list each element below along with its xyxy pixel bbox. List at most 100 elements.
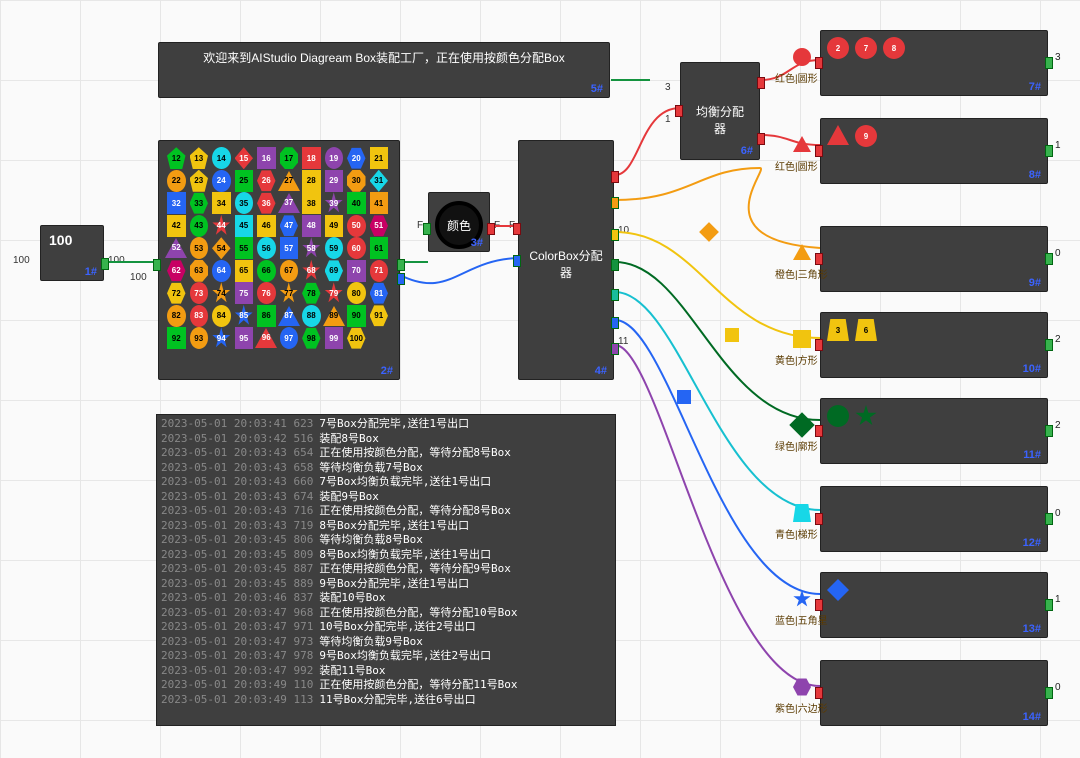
distributor-in-1[interactable] <box>513 223 521 235</box>
shape-cell: 30 <box>345 170 368 193</box>
balancer-out-2[interactable] <box>757 133 765 145</box>
log-row: 2023-05-01 20:03:47 992装配11号Box <box>161 664 611 679</box>
output-right-count: 0 <box>1055 682 1061 693</box>
distributor-out-purple[interactable] <box>611 343 619 355</box>
log-row: 2023-05-01 20:03:43 716正在使用按颜色分配，等待分配8号B… <box>161 504 611 519</box>
shape-cell: 56 <box>255 237 278 260</box>
shape-cell: 21 <box>368 147 391 170</box>
output-out-port[interactable] <box>1045 57 1053 69</box>
shape-cell: 65 <box>233 260 256 283</box>
log-row: 2023-05-01 20:03:47 968正在使用按颜色分配，等待分配10号… <box>161 606 611 621</box>
source-node[interactable]: 100 1# <box>40 225 104 281</box>
color-node-out[interactable] <box>487 223 495 235</box>
balancer-out-1[interactable] <box>757 77 765 89</box>
factory-in-port[interactable] <box>153 259 161 271</box>
log-row: 2023-05-01 20:03:49 11311号Box分配完毕,送往6号出口 <box>161 693 611 708</box>
output-right-count: 0 <box>1055 248 1061 259</box>
output-out-port[interactable] <box>1045 513 1053 525</box>
output-node[interactable]: 98# <box>820 118 1048 184</box>
shape-cell: 75 <box>233 282 256 305</box>
distributor-out-blue[interactable] <box>611 317 619 329</box>
output-marker <box>793 590 807 604</box>
output-marker <box>793 136 807 150</box>
shape-cell: 96 <box>255 327 278 350</box>
output-out-port[interactable] <box>1045 425 1053 437</box>
output-out-port[interactable] <box>1045 339 1053 351</box>
output-marker-label: 青色|梯形 <box>775 526 818 541</box>
shape-cell: 67 <box>278 260 301 283</box>
shape-cell: 15 <box>233 147 256 170</box>
shape-cell: 53 <box>188 237 211 260</box>
balancer-in-bot: 1 <box>665 114 671 125</box>
banner-node[interactable]: 欢迎来到AIStudio Diagream Box装配工厂，正在使用按颜色分配B… <box>158 42 610 98</box>
output-marker-label: 绿色|廓形 <box>775 438 818 453</box>
color-node-in[interactable] <box>423 223 431 235</box>
shape-cell: 70 <box>345 260 368 283</box>
shape-cell: 80 <box>345 282 368 305</box>
output-node[interactable]: 3610# <box>820 312 1048 378</box>
output-node[interactable]: 2787# <box>820 30 1048 96</box>
output-out-port[interactable] <box>1045 145 1053 157</box>
distributor-node[interactable]: ColorBox分配器 4# <box>518 140 614 380</box>
output-out-port[interactable] <box>1045 253 1053 265</box>
marker-yellow-square <box>725 328 739 342</box>
shape-cell: 63 <box>188 260 211 283</box>
output-out-port[interactable] <box>1045 599 1053 611</box>
shape-cell: 46 <box>255 215 278 238</box>
output-node[interactable]: 14# <box>820 660 1048 726</box>
output-node[interactable]: 13# <box>820 572 1048 638</box>
shape-cell: 81 <box>368 282 391 305</box>
output-node[interactable]: 12# <box>820 486 1048 552</box>
output-marker-label: 橙色|三角形 <box>775 266 828 281</box>
shape-cell: 52 <box>165 237 188 260</box>
shape-cell: 91 <box>368 305 391 328</box>
shape-cell: 69 <box>323 260 346 283</box>
banner-id: 5# <box>591 83 603 95</box>
shape-cell: 18 <box>300 147 323 170</box>
output-in-port[interactable] <box>815 339 823 351</box>
shape-cell: 82 <box>165 305 188 328</box>
distributor-count-10: 10 <box>618 225 629 236</box>
output-in-port[interactable] <box>815 425 823 437</box>
log-row: 2023-05-01 20:03:45 887正在使用按颜色分配，等待分配9号B… <box>161 562 611 577</box>
output-in-port[interactable] <box>815 513 823 525</box>
factory-out-port-2[interactable] <box>397 273 405 285</box>
output-in-port[interactable] <box>815 57 823 69</box>
distributor-out-yellow[interactable] <box>611 229 619 241</box>
shape-cell: 27 <box>278 170 301 193</box>
output-node[interactable]: 9# <box>820 226 1048 292</box>
shape-cell: 22 <box>165 170 188 193</box>
output-marker <box>793 244 807 258</box>
source-out-port[interactable] <box>101 258 109 270</box>
output-right-count: 2 <box>1055 420 1061 431</box>
factory-out-port-1[interactable] <box>397 259 405 271</box>
color-node[interactable]: 颜色 3# <box>428 192 490 252</box>
output-out-port[interactable] <box>1045 687 1053 699</box>
output-node[interactable]: 11# <box>820 398 1048 464</box>
balancer-node[interactable]: 均衡分配器 6# <box>680 62 760 160</box>
output-in-port[interactable] <box>815 599 823 611</box>
output-in-port[interactable] <box>815 253 823 265</box>
distributor-in-2[interactable] <box>513 255 521 267</box>
output-marker-label: 蓝色|五角星 <box>775 612 828 627</box>
shape-cell: 50 <box>345 215 368 238</box>
shape-cell: 79 <box>323 282 346 305</box>
shape-cell: 35 <box>233 192 256 215</box>
balancer-in[interactable] <box>675 105 683 117</box>
shape-cell: 13 <box>188 147 211 170</box>
distributor-title: ColorBox分配器 <box>519 241 613 287</box>
log-panel: 2023-05-01 20:03:41 6237号Box分配完毕,送往1号出口2… <box>156 414 616 726</box>
distributor-count-11: 11 <box>618 336 628 347</box>
output-in-port[interactable] <box>815 145 823 157</box>
shape-cell: 33 <box>188 192 211 215</box>
shape-cell: 54 <box>210 237 233 260</box>
distributor-out-green[interactable] <box>611 259 619 271</box>
shape-cell: 83 <box>188 305 211 328</box>
distributor-out-cyan[interactable] <box>611 289 619 301</box>
distributor-out-orange[interactable] <box>611 197 619 209</box>
factory-node[interactable]: 1213141516171819202122232425262728293031… <box>158 140 400 380</box>
shape-cell: 61 <box>368 237 391 260</box>
distributor-out-red[interactable] <box>611 171 619 183</box>
shape-cell: 25 <box>233 170 256 193</box>
output-in-port[interactable] <box>815 687 823 699</box>
